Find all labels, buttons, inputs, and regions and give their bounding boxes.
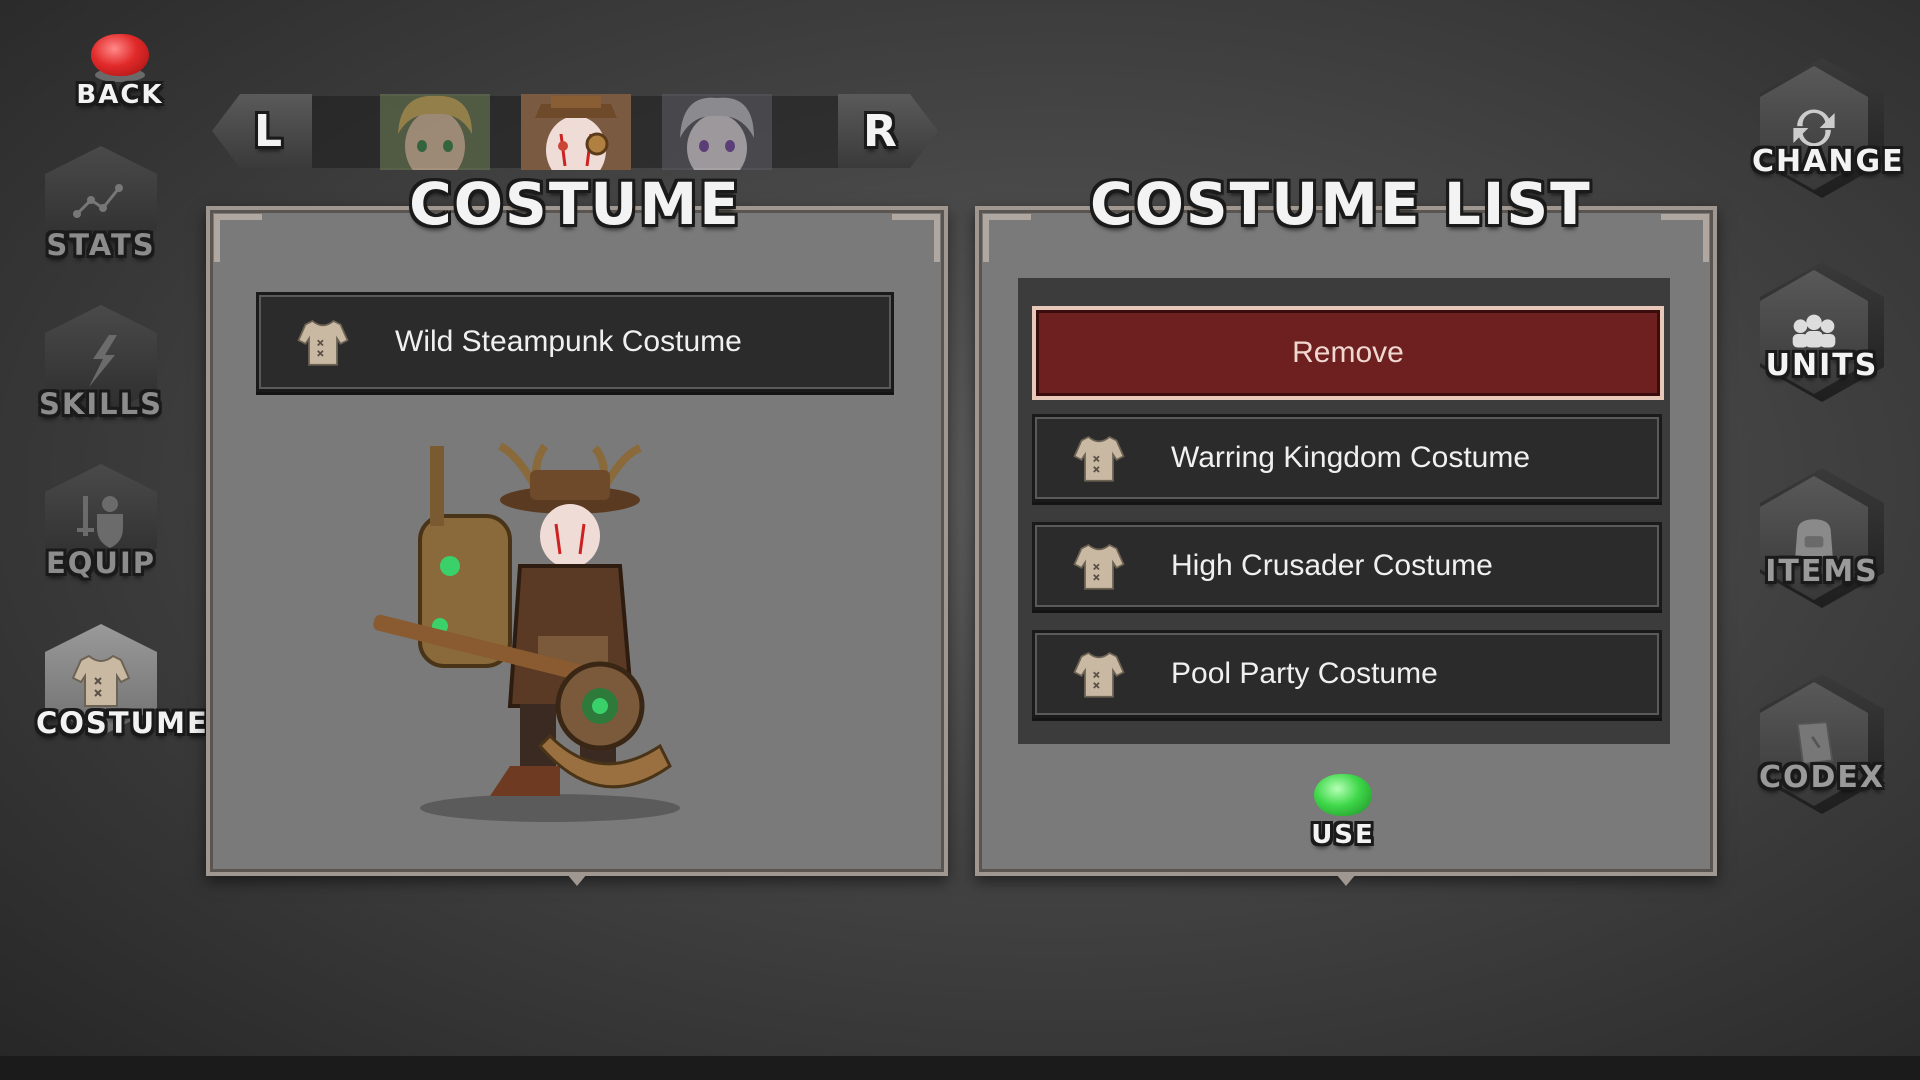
shirt-icon <box>1071 646 1127 702</box>
equipped-costume-name: Wild Steampunk Costume <box>395 325 742 358</box>
costume-item-name: Pool Party Costume <box>1171 657 1438 690</box>
panel-corner <box>1661 214 1709 262</box>
nav-costume[interactable]: COSTUME <box>36 624 209 740</box>
costume-list-item[interactable]: Pool Party Costume <box>1032 630 1662 718</box>
panel-corner <box>983 214 1031 262</box>
stats-icon <box>73 184 123 218</box>
codex-button[interactable]: CODEX <box>1752 674 1892 814</box>
units-label: UNITS <box>1765 348 1879 383</box>
nav-stats-label: STATS <box>46 228 156 262</box>
character-model-image <box>373 442 680 822</box>
use-label: USE <box>1311 820 1375 850</box>
unit-portrait-2[interactable] <box>521 94 631 170</box>
skills-icon <box>89 335 117 387</box>
next-unit-label: R <box>863 105 899 157</box>
change-button[interactable]: CHANGE <box>1752 58 1905 198</box>
remove-costume-button[interactable]: Remove <box>1032 306 1664 400</box>
nav-stats[interactable]: STATS <box>36 146 166 262</box>
costume-item-name: High Crusader Costume <box>1171 549 1493 582</box>
use-button-knob <box>1314 774 1372 822</box>
portrait-blonde-icon <box>380 94 490 170</box>
portrait-steampunk-icon <box>521 94 631 170</box>
items-label: ITEMS <box>1765 554 1879 589</box>
nav-equip[interactable]: EQUIP <box>36 464 166 580</box>
back-label: BACK <box>76 80 164 110</box>
unit-portrait-3[interactable] <box>662 94 772 170</box>
unit-portrait-1[interactable] <box>380 94 490 170</box>
previous-unit-button[interactable]: L <box>212 94 312 168</box>
panel-notch <box>1336 874 1356 886</box>
shirt-icon <box>1071 538 1127 594</box>
panel-corner <box>214 214 262 262</box>
change-label: CHANGE <box>1752 144 1905 179</box>
bottom-strip <box>0 1056 1920 1080</box>
next-unit-button[interactable]: R <box>838 94 938 168</box>
codex-label: CODEX <box>1758 760 1886 795</box>
nav-skills[interactable]: SKILLS <box>36 305 166 421</box>
costume-icon <box>69 648 133 712</box>
nav-costume-label: COSTUME <box>36 706 209 740</box>
previous-unit-label: L <box>253 105 285 157</box>
panel-corner <box>892 214 940 262</box>
items-button[interactable]: ITEMS <box>1752 468 1892 608</box>
back-button[interactable]: BACK <box>70 34 170 110</box>
costume-item-name: Warring Kingdom Costume <box>1171 441 1531 474</box>
nav-skills-label: SKILLS <box>39 387 163 421</box>
costume-list-title: COSTUME LIST <box>1090 170 1592 238</box>
back-button-knob <box>91 34 149 82</box>
costume-list-item[interactable]: Warring Kingdom Costume <box>1032 414 1662 502</box>
equip-icon <box>77 496 123 548</box>
nav-equip-label: EQUIP <box>45 546 157 580</box>
panel-notch <box>567 874 587 886</box>
equipped-costume-row: Wild Steampunk Costume <box>256 292 894 392</box>
costume-list-item[interactable]: High Crusader Costume <box>1032 522 1662 610</box>
costume-panel-title: COSTUME <box>409 170 741 238</box>
units-button[interactable]: UNITS <box>1752 262 1892 402</box>
portrait-silver-icon <box>662 94 772 170</box>
shirt-icon <box>295 314 351 370</box>
use-button[interactable]: USE <box>1293 774 1393 850</box>
shirt-icon <box>1071 430 1127 486</box>
